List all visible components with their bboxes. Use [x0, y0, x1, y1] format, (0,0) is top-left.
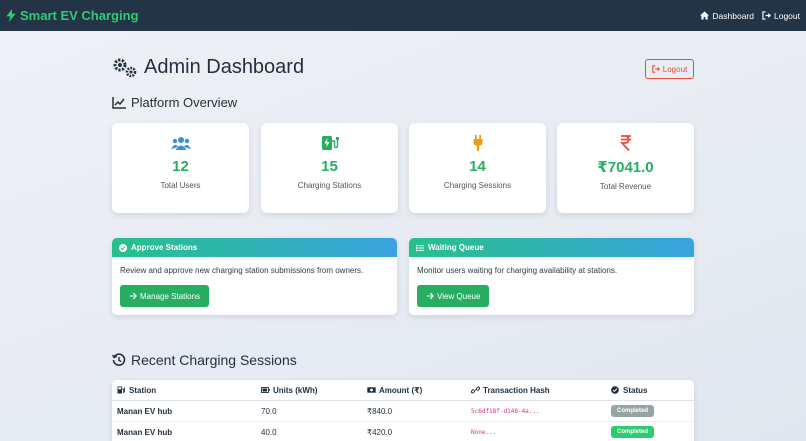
cell-hash: 5c6df18f-d148-4a... [471, 407, 540, 415]
sign-out-icon [652, 65, 660, 73]
nav-dashboard-label: Dashboard [712, 10, 754, 21]
view-queue-button[interactable]: View Queue [417, 285, 490, 307]
cell-amount: ₹840.0 [367, 406, 393, 416]
sign-out-icon [762, 11, 771, 20]
nav-links: Dashboard Logout [700, 11, 800, 21]
stat-label-users: Total Users [160, 181, 201, 190]
cell-units: 40.0 [261, 427, 277, 437]
rupee-icon [619, 135, 631, 151]
waiting-queue-card: Waiting Queue Monitor users waiting for … [409, 238, 694, 315]
table-header-row: Station Units (kWh) Amount (₹) Transacti… [112, 380, 694, 401]
stat-value-stations: 15 [321, 158, 338, 175]
manage-stations-button[interactable]: Manage Stations [120, 285, 210, 307]
arrow-right-icon [129, 292, 137, 300]
brand-name: Smart EV Charging [20, 8, 139, 23]
stat-card-sessions: 14 Charging Sessions [409, 123, 546, 213]
logout-button-label: Logout [662, 64, 688, 74]
approve-stations-description: Review and approve new charging station … [120, 266, 364, 275]
waiting-queue-header: Waiting Queue [409, 238, 694, 257]
cell-hash: None... [471, 428, 497, 436]
cell-station: Manan EV hub [117, 406, 173, 416]
approve-stations-card: Approve Stations Review and approve new … [112, 238, 397, 315]
check-circle-icon [119, 243, 127, 252]
waiting-queue-description: Monitor users waiting for charging avail… [417, 266, 618, 275]
stat-value-revenue: ₹7041.0 [597, 159, 654, 176]
stat-value-users: 12 [172, 158, 189, 175]
col-station: Station [112, 386, 261, 395]
col-transaction-hash: Transaction Hash [471, 386, 611, 395]
logout-button[interactable]: Logout [645, 59, 694, 79]
home-icon [700, 11, 710, 20]
page-title-text: Admin Dashboard [144, 56, 305, 78]
nav-dashboard-link[interactable]: Dashboard [700, 11, 754, 21]
recent-sessions-title: Recent Charging Sessions [112, 352, 297, 368]
stat-card-revenue: ₹7041.0 Total Revenue [557, 123, 694, 213]
gas-pump-icon [117, 386, 125, 394]
overview-title-text: Platform Overview [131, 95, 238, 110]
status-badge: Completed [611, 405, 655, 417]
link-icon [471, 386, 480, 394]
overview-title: Platform Overview [112, 95, 237, 110]
stat-label-stations: Charging Stations [297, 181, 362, 190]
brand[interactable]: Smart EV Charging [6, 8, 138, 23]
view-queue-label: View Queue [437, 291, 481, 301]
check-circle-icon [611, 386, 619, 394]
gears-icon [113, 58, 137, 77]
col-status: Status [611, 386, 694, 395]
money-bill-icon [367, 387, 376, 393]
cell-amount: ₹420.0 [367, 427, 393, 437]
cell-units: 70.0 [261, 406, 277, 416]
approve-stations-title: Approve Stations [131, 243, 198, 252]
stat-label-sessions: Charging Sessions [443, 181, 512, 190]
stat-card-users: 12 Total Users [112, 123, 249, 213]
arrow-right-icon [426, 292, 434, 300]
stat-card-stations: 15 Charging Stations [261, 123, 398, 213]
battery-icon [261, 387, 270, 393]
approve-stations-header: Approve Stations [112, 238, 397, 257]
sessions-table: Station Units (kWh) Amount (₹) Transacti… [112, 380, 694, 441]
stat-value-sessions: 14 [469, 158, 486, 175]
charging-station-icon [321, 136, 339, 150]
line-chart-icon [112, 96, 126, 109]
plug-icon [473, 135, 482, 151]
nav-logout-label: Logout [774, 10, 800, 21]
list-icon [416, 244, 424, 251]
users-icon [170, 137, 191, 150]
table-row: Manan EV hub 70.0 ₹840.0 5c6df18f-d148-4… [112, 401, 694, 422]
waiting-queue-title: Waiting Queue [428, 243, 484, 252]
col-units: Units (kWh) [261, 386, 367, 395]
stat-label-revenue: Total Revenue [599, 182, 652, 191]
history-icon [112, 353, 126, 366]
manage-stations-label: Manage Stations [140, 291, 201, 301]
col-amount: Amount (₹) [367, 386, 471, 395]
nav-logout-link[interactable]: Logout [762, 11, 800, 21]
recent-sessions-title-text: Recent Charging Sessions [131, 352, 297, 368]
navbar: Smart EV Charging Dashboard Logout [0, 0, 806, 31]
cell-station: Manan EV hub [117, 427, 173, 437]
page-title: Admin Dashboard [112, 56, 304, 79]
status-badge: Completed [611, 426, 655, 438]
table-row: Manan EV hub 40.0 ₹420.0 None... Complet… [112, 422, 694, 441]
bolt-icon [6, 9, 16, 22]
